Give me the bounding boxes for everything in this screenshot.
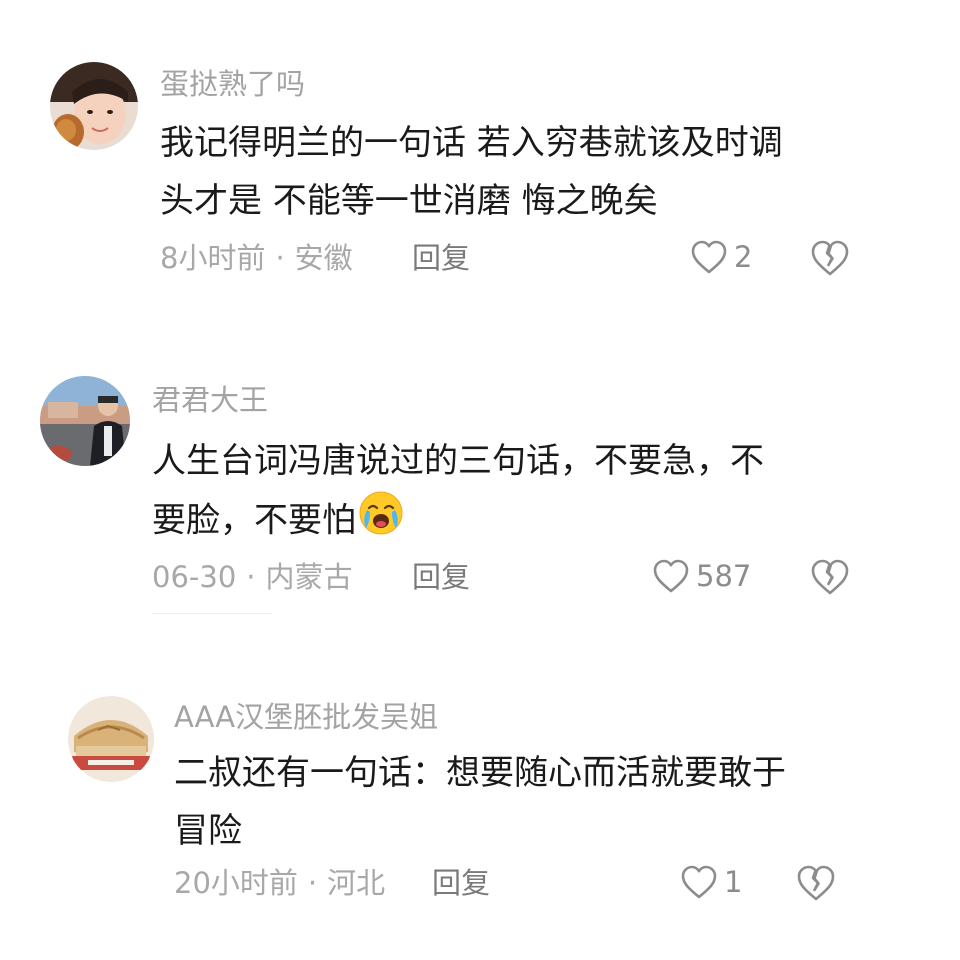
comment-meta: 20小时前 · 河北 [174,869,385,898]
comment-location: 内蒙古 [265,560,353,594]
meta-separator: · [246,560,256,594]
comment-text-line: 人生台词冯唐说过的三句话，不要急，不 [152,441,764,481]
comment-time: 20小时前 [174,866,298,900]
comment-text-line-with-emoji: 要脸，不要怕 [152,490,764,554]
username[interactable]: AAA汉堡胚批发吴姐 [174,703,438,732]
like-button[interactable]: 2 [690,239,752,275]
reply-button[interactable]: 回复 [412,563,470,592]
crying-laughing-emoji-icon [358,490,404,554]
comment-text: 二叔还有一句话：想要随心而活就要敢于 冒险 [174,744,786,860]
meta-separator: · [275,241,285,275]
comment-text-line: 二叔还有一句话：想要随心而活就要敢于 [174,753,786,793]
dislike-button[interactable] [796,864,836,902]
comment-location: 河北 [327,866,386,900]
comment-text-line: 冒险 [174,811,242,851]
comment-divider [152,613,272,614]
avatar[interactable] [68,696,154,782]
username[interactable]: 蛋挞熟了吗 [160,70,305,99]
broken-heart-icon [811,559,849,595]
girl-photo-avatar [50,62,138,150]
broken-heart-icon [797,865,835,901]
like-count: 2 [734,239,753,274]
like-button[interactable]: 1 [680,864,742,900]
reply-button[interactable]: 回复 [412,244,470,273]
like-button[interactable]: 587 [652,558,751,594]
comment-text-line: 要脸，不要怕 [152,500,356,541]
heart-outline-icon [691,240,727,274]
comment-meta: 8小时前 · 安徽 [160,244,353,273]
burger-photo-avatar [68,696,154,782]
dislike-button[interactable] [810,558,850,596]
username[interactable]: 君君大王 [152,386,268,415]
comment-location: 安徽 [294,241,353,275]
comment-text-line: 头才是 不能等一世消磨 悔之晚矣 [160,181,658,221]
comment-text: 我记得明兰的一句话 若入穷巷就该及时调 头才是 不能等一世消磨 悔之晚矣 [160,114,783,230]
comment-time: 8小时前 [160,241,266,275]
like-count: 587 [696,558,752,593]
man-photo-avatar [40,376,130,466]
avatar[interactable] [40,376,130,466]
comment-meta: 06-30 · 内蒙古 [152,563,353,592]
dislike-button[interactable] [810,239,850,277]
comment-text: 人生台词冯唐说过的三句话，不要急，不 要脸，不要怕 [152,432,764,554]
heart-outline-icon [681,865,717,899]
comment-time: 06-30 [152,560,237,594]
avatar[interactable] [50,62,138,150]
like-count: 1 [724,864,743,899]
heart-outline-icon [653,559,689,593]
meta-separator: · [307,866,318,900]
reply-button[interactable]: 回复 [432,869,490,898]
broken-heart-icon [811,240,849,276]
comment-text-line: 我记得明兰的一句话 若入穷巷就该及时调 [160,123,783,163]
